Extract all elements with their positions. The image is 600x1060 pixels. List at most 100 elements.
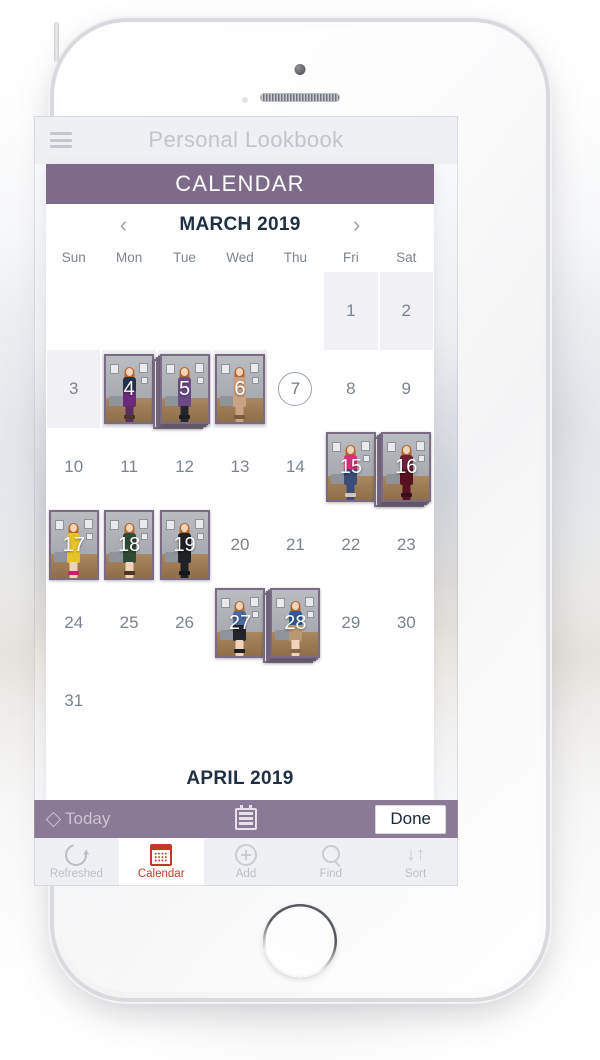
next-month-label: APRIL 2019	[186, 768, 294, 789]
calendar-day-cell[interactable]: 28	[263, 584, 323, 663]
day-number: 7	[278, 372, 313, 406]
weekday-header-row: Sun Mon Tue Wed Thu Fri Sat	[46, 242, 434, 272]
day-number: 22	[341, 535, 361, 554]
calendar-weeks: 1 2 3 4 5 6 7 8 9 10 11 12 13 14 15 16 17 18 19 20 21 22 23 24 2…	[46, 272, 434, 740]
home-button[interactable]	[263, 904, 337, 978]
day-number: 5	[179, 377, 191, 400]
calendar-day-cell[interactable]: 10	[46, 428, 101, 506]
calendar-empty-cell	[268, 272, 323, 350]
screenshot-root: Personal Lookbook CALENDAR ‹ MARCH 2019 …	[0, 0, 600, 1060]
tab-refreshed[interactable]: Refreshed	[34, 838, 119, 886]
calendar-empty-cell	[101, 662, 156, 740]
calendar-day-cell[interactable]: 4	[101, 350, 156, 428]
calendar-empty-cell	[212, 662, 267, 740]
weekday-label-sat: Sat	[396, 249, 417, 265]
calendar-day-cell[interactable]: 22	[323, 506, 378, 584]
tab-label: Add	[235, 868, 257, 880]
phone-screen: Personal Lookbook CALENDAR ‹ MARCH 2019 …	[34, 116, 458, 886]
tab-label: Refreshed	[49, 868, 103, 880]
day-number: 18	[118, 533, 141, 556]
calendar-day-cell[interactable]: 5	[152, 350, 212, 429]
day-number: 31	[64, 691, 84, 710]
app-top-bar: Personal Lookbook	[34, 116, 458, 164]
calendar-day-cell[interactable]: 30	[379, 584, 434, 662]
day-number: 9	[401, 379, 411, 398]
day-number: 29	[341, 613, 361, 632]
day-number: 3	[68, 379, 79, 398]
calendar-day-cell[interactable]: 19	[157, 506, 212, 584]
calendar-day-cell[interactable]: 26	[157, 584, 212, 662]
prev-month-button[interactable]: ‹	[113, 214, 133, 236]
calendar-day-cell[interactable]: 15	[323, 428, 378, 506]
calendar-week-row: 3 4 5 6 7 8 9	[46, 350, 434, 429]
day-number: 12	[175, 457, 195, 476]
day-number: 16	[395, 455, 418, 478]
calendar-day-cell[interactable]: 13	[212, 428, 267, 506]
day-number: 20	[230, 535, 250, 554]
calendar-empty-cell	[157, 662, 212, 740]
calendar-day-cell[interactable]: 27	[212, 584, 267, 662]
calendar-day-cell[interactable]: 14	[268, 428, 323, 506]
calendar-day-cell[interactable]: 31	[46, 662, 101, 740]
app-title: Personal Lookbook	[148, 127, 344, 152]
calendar-empty-cell	[323, 662, 378, 740]
day-number: 2	[401, 301, 411, 320]
calendar-week-row: 17 18 19 20 21 22 23	[46, 506, 434, 584]
sort-arrows-icon: ↓↑	[406, 844, 426, 865]
tab-add[interactable]: Add	[204, 838, 289, 886]
calendar-day-cell[interactable]: 3	[46, 350, 101, 428]
tab-bar: Refreshed Calendar Add Find ↓↑ Sort	[34, 838, 458, 886]
calendar-day-cell[interactable]: 9	[379, 350, 434, 428]
tab-calendar[interactable]: Calendar	[118, 838, 204, 886]
calendar-week-row: 24 25 26 27 28 29 30	[46, 584, 434, 663]
day-number: 15	[339, 455, 362, 478]
tab-sort[interactable]: ↓↑ Sort	[373, 838, 458, 886]
earpiece-speaker	[260, 93, 340, 102]
day-number: 1	[346, 301, 356, 320]
month-navigation: ‹ MARCH 2019 ›	[46, 204, 434, 242]
calendar-day-cell[interactable]: 21	[268, 506, 323, 584]
day-number: 6	[234, 377, 246, 400]
calendar-week-row: 31	[46, 662, 434, 740]
day-number: 13	[230, 457, 250, 476]
plus-circle-icon	[234, 844, 257, 866]
calendar-week-row: 12	[46, 272, 434, 350]
diamond-icon	[45, 811, 62, 827]
calendar-day-cell[interactable]: 16	[374, 428, 434, 507]
calendar-day-cell[interactable]: 6	[212, 350, 267, 428]
calendar-day-cell[interactable]: 2	[379, 272, 434, 350]
calendar-day-cell[interactable]: 18	[101, 506, 156, 584]
day-number: 24	[64, 613, 84, 632]
calendar-day-cell[interactable]: 20	[212, 506, 267, 584]
calendar-day-cell[interactable]: 1	[323, 272, 378, 350]
done-button[interactable]: Done	[375, 804, 446, 834]
weekday-label-thu: Thu	[283, 249, 308, 265]
power-button[interactable]	[54, 22, 59, 62]
calendar-modal-header: CALENDAR	[46, 164, 434, 204]
day-number: 30	[396, 613, 416, 632]
tab-find[interactable]: Find	[288, 838, 373, 886]
day-number: 23	[396, 535, 416, 554]
next-month-button[interactable]: ›	[347, 214, 367, 236]
calendar-day-cell[interactable]: 29	[323, 584, 378, 662]
calendar-day-cell[interactable]: 11	[101, 428, 156, 506]
calendar-day-cell[interactable]: 8	[323, 350, 378, 428]
calendar-day-cell[interactable]: 12	[157, 428, 212, 506]
today-button[interactable]: Today	[45, 809, 110, 829]
hamburger-icon[interactable]	[50, 132, 72, 148]
calendar-empty-cell	[379, 662, 434, 740]
calendar-day-cell[interactable]: 25	[101, 584, 156, 662]
calendar-list-icon[interactable]	[235, 805, 257, 830]
calendar-day-cell[interactable]: 23	[379, 506, 434, 584]
calendar-empty-cell	[212, 272, 267, 350]
weekday-label-fri: Fri	[342, 249, 359, 265]
tab-label: Sort	[405, 868, 427, 880]
calendar-day-cell[interactable]: 17	[46, 506, 101, 584]
proximity-sensor	[242, 97, 248, 103]
weekday-label-sun: Sun	[61, 249, 86, 265]
tab-label: Find	[319, 868, 342, 880]
calendar-day-cell[interactable]: 24	[46, 584, 101, 662]
calendar-day-cell[interactable]: 7	[268, 350, 323, 428]
weekday-label-tue: Tue	[173, 249, 196, 265]
calendar-modal-title: CALENDAR	[175, 171, 305, 196]
